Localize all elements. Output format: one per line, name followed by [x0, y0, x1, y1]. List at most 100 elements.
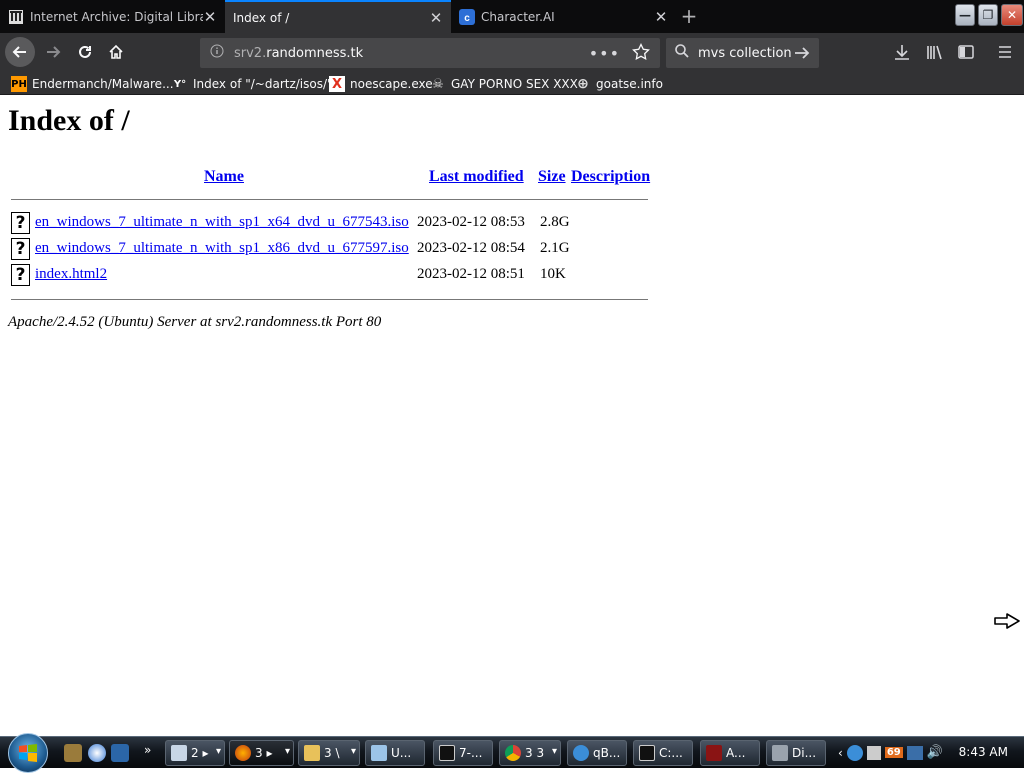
- search-bar[interactable]: mvs collection: [666, 38, 819, 68]
- bookmark-star-icon[interactable]: [632, 42, 650, 65]
- sort-by-description-link[interactable]: Description: [571, 168, 650, 186]
- bookmark-gay-porno[interactable]: ☠ GAY PORNO SEX XXX: [430, 75, 578, 93]
- close-tab-icon[interactable]: ✕: [654, 8, 668, 26]
- pornhub-style-icon: PH: [11, 76, 27, 92]
- red-x-icon: X: [329, 76, 345, 92]
- library-icon[interactable]: [924, 42, 944, 62]
- tab-index-of[interactable]: Index of / ✕: [225, 0, 451, 33]
- bookmark-endermanch[interactable]: PH Endermanch/Malware...: [11, 75, 174, 93]
- show-desktop-icon[interactable]: [111, 744, 129, 762]
- system-tray: ‹ 69 🔊: [838, 737, 943, 768]
- unknown-file-icon: ?: [11, 238, 30, 260]
- downloads-icon[interactable]: [892, 42, 912, 62]
- hand-pointer-cursor-icon: [994, 613, 1020, 629]
- taskbar-group-chrome[interactable]: 3 3: [499, 740, 561, 766]
- taskbar-button-qbittorrent[interactable]: qB...: [567, 740, 627, 766]
- file-size: 10K: [540, 266, 566, 282]
- character-ai-icon: c: [459, 8, 475, 25]
- close-tab-icon[interactable]: ✕: [203, 8, 217, 26]
- qbittorrent-tray-icon[interactable]: [846, 744, 863, 761]
- globe-icon: ⊕: [577, 76, 589, 92]
- back-arrow-icon: [12, 46, 26, 58]
- tab-strip: Internet Archive: Digital Library of Fre…: [0, 0, 1024, 33]
- file-link[interactable]: en_windows_7_ultimate_n_with_sp1_x64_dvd…: [35, 214, 409, 231]
- taskbar-button-notepad[interactable]: U...: [365, 740, 425, 766]
- footer-divider: [11, 299, 648, 300]
- header-divider: [11, 199, 648, 200]
- taskbar-group-explorer[interactable]: 2 ▸: [165, 740, 225, 766]
- close-window-button[interactable]: ✕: [1001, 4, 1023, 26]
- tray-expand-chevron-icon[interactable]: ‹: [838, 746, 843, 760]
- taskbar-group-firefox[interactable]: 3 ▸: [229, 740, 294, 766]
- url-text: srv2.randomness.tk: [234, 45, 364, 61]
- page-content: Index of / Name Last modified Size Descr…: [0, 96, 1024, 736]
- tab-title: Internet Archive: Digital Library of Fre…: [30, 9, 203, 24]
- file-link[interactable]: en_windows_7_ultimate_n_with_sp1_x86_dvd…: [35, 240, 409, 257]
- windows-taskbar: » 2 ▸ 3 ▸ 3 \ U... 7-... 3 3 qB... C:...…: [0, 733, 1024, 773]
- bookmark-label: GAY PORNO SEX XXX: [451, 77, 578, 91]
- file-modified: 2023-02-12 08:54: [417, 240, 525, 256]
- tab-title: Character.AI: [481, 9, 555, 24]
- bookmark-goatse[interactable]: ⊕ goatse.info: [575, 75, 663, 93]
- file-size: 2.1G: [540, 240, 570, 256]
- bookmark-label: noescape.exe: [350, 77, 433, 91]
- quicklaunch-browser-icon[interactable]: [88, 744, 106, 762]
- hamburger-menu-icon[interactable]: [995, 42, 1015, 62]
- tab-title: Index of /: [233, 10, 290, 25]
- taskbar-button-7zip[interactable]: 7-...: [433, 740, 493, 766]
- windows-logo-icon: [19, 744, 37, 762]
- server-signature: Apache/2.4.52 (Ubuntu) Server at srv2.ra…: [8, 314, 382, 330]
- file-size: 2.8G: [540, 214, 570, 230]
- network-tray-icon[interactable]: [906, 745, 923, 760]
- tray-badge-icon[interactable]: 69: [884, 747, 903, 758]
- new-tab-button[interactable]: +: [678, 6, 700, 28]
- flag-tray-icon[interactable]: [866, 745, 881, 760]
- search-input[interactable]: mvs collection: [698, 46, 792, 61]
- info-icon[interactable]: [210, 44, 224, 62]
- sort-by-name-link[interactable]: Name: [204, 168, 244, 186]
- start-button[interactable]: [8, 733, 48, 773]
- file-modified: 2023-02-12 08:53: [417, 214, 525, 230]
- minimize-button[interactable]: —: [955, 4, 975, 26]
- forward-arrow-icon: [47, 46, 61, 58]
- sidebar-toggle-icon[interactable]: [956, 42, 976, 62]
- page-actions-button[interactable]: •••: [589, 44, 620, 63]
- forward-button[interactable]: [38, 37, 68, 67]
- volume-tray-icon[interactable]: 🔊: [927, 745, 943, 760]
- reload-icon: [79, 45, 91, 58]
- file-link[interactable]: index.html2: [35, 266, 107, 283]
- bookmark-index-dartz[interactable]: Y° Index of "/~dartz/isos/": [172, 75, 333, 93]
- tab-character-ai[interactable]: c Character.AI ✕: [451, 0, 676, 33]
- home-icon: [109, 44, 123, 59]
- navigation-toolbar: srv2.randomness.tk ••• mvs collection: [0, 33, 1024, 73]
- taskbar-button-flash[interactable]: A...: [700, 740, 760, 766]
- home-button[interactable]: [101, 37, 131, 67]
- bookmark-label: Index of "/~dartz/isos/": [193, 77, 333, 91]
- quicklaunch-app-icon[interactable]: [64, 744, 82, 762]
- page-title: Index of /: [8, 104, 130, 137]
- restore-button[interactable]: ❐: [978, 4, 998, 26]
- bookmark-noescape[interactable]: X noescape.exe: [329, 75, 433, 93]
- search-icon: [674, 43, 690, 63]
- taskbar-group-folders[interactable]: 3 \: [298, 740, 360, 766]
- back-button[interactable]: [5, 37, 35, 67]
- bookmarks-toolbar: PH Endermanch/Malware... Y° Index of "/~…: [0, 73, 1024, 95]
- bookmark-label: goatse.info: [596, 77, 663, 91]
- close-tab-icon[interactable]: ✕: [429, 9, 443, 27]
- unknown-file-icon: ?: [11, 212, 30, 234]
- internet-archive-icon: [8, 9, 24, 25]
- sort-by-size-link[interactable]: Size: [538, 168, 566, 186]
- search-go-arrow-icon[interactable]: [793, 44, 811, 66]
- taskbar-button-7zip-c[interactable]: C:...: [633, 740, 693, 766]
- sort-by-last-modified-link[interactable]: Last modified: [429, 168, 524, 186]
- taskbar-clock[interactable]: 8:43 AM: [959, 745, 1008, 759]
- skull-icon: ☠: [432, 76, 444, 92]
- unknown-file-icon: ?: [11, 264, 30, 286]
- reload-button[interactable]: [70, 37, 100, 67]
- quicklaunch-overflow-chevron[interactable]: »: [144, 743, 151, 757]
- bookmark-label: Endermanch/Malware...: [32, 77, 174, 91]
- svg-text:c: c: [464, 13, 470, 24]
- address-bar[interactable]: srv2.randomness.tk •••: [200, 38, 660, 68]
- taskbar-button-disk[interactable]: Di...: [766, 740, 826, 766]
- tab-internet-archive[interactable]: Internet Archive: Digital Library of Fre…: [0, 0, 225, 33]
